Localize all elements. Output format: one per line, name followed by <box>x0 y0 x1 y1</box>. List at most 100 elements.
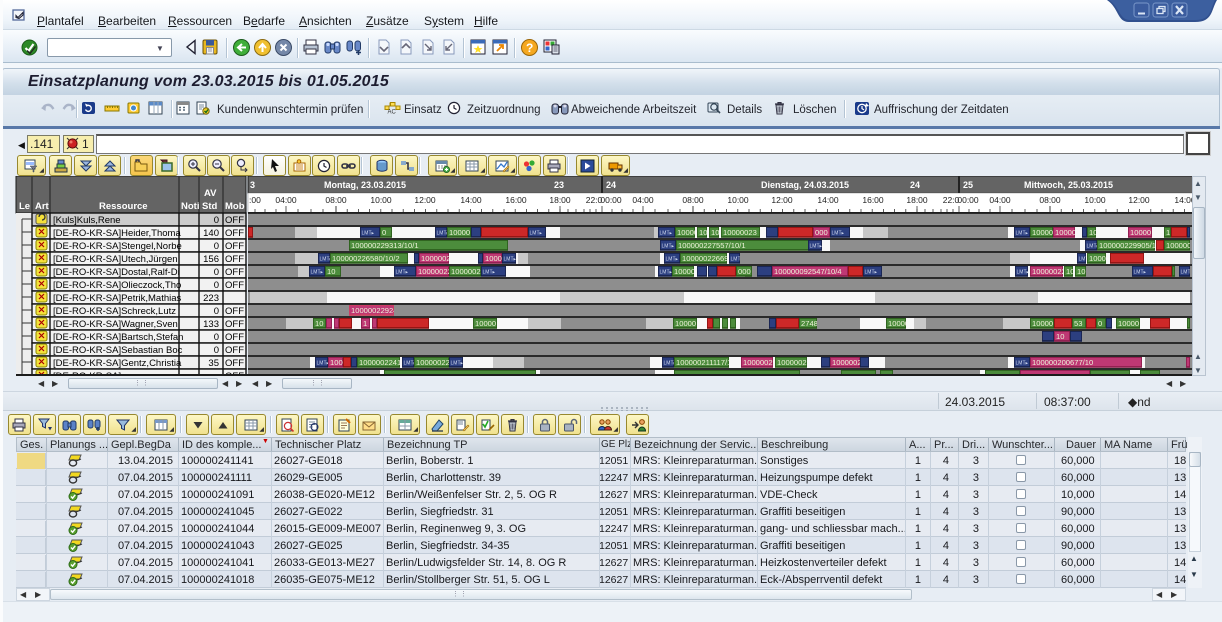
svg-text:10000022: 10000022 <box>451 267 485 276</box>
svg-text:Le: Le <box>19 201 30 212</box>
svg-text:1: 1 <box>363 319 367 328</box>
svg-text:10000: 10000 <box>888 319 909 328</box>
svg-text:100000227557/10/1: 100000227557/10/1 <box>678 241 746 250</box>
svg-text:2748: 2748 <box>801 319 818 328</box>
svg-text:LMT▸: LMT▸ <box>1016 231 1029 237</box>
svg-text:23: 23 <box>554 180 564 190</box>
svg-text:10000022924: 10000022924 <box>351 306 397 315</box>
svg-text:OFF: OFF <box>225 267 244 278</box>
svg-text:LMT▸: LMT▸ <box>483 270 496 276</box>
svg-text:12:00: 12:00 <box>414 195 436 205</box>
svg-text:Ressource: Ressource <box>99 201 148 212</box>
svg-text:223: 223 <box>203 293 219 304</box>
svg-text:LMT▸: LMT▸ <box>865 270 878 276</box>
svg-text:10000: 10000 <box>1032 228 1053 237</box>
svg-text:Art: Art <box>35 201 50 212</box>
svg-text:[DE-RO-KR-SA]Dostal,Ralf-Di: [DE-RO-KR-SA]Dostal,Ralf-Di <box>53 267 180 278</box>
svg-text:10000: 10000 <box>1130 228 1151 237</box>
svg-text:LMT▸: LMT▸ <box>1017 270 1030 276</box>
svg-text:OFF: OFF <box>225 254 244 265</box>
svg-text:24: 24 <box>910 180 920 190</box>
svg-text:10:00: 10:00 <box>1084 195 1106 205</box>
svg-text:0: 0 <box>382 228 386 237</box>
svg-text:[DE-RO-KR-SA]Wagner,Sven: [DE-RO-KR-SA]Wagner,Sven <box>53 319 178 330</box>
svg-text:10000022417: 10000022417 <box>359 358 405 367</box>
svg-text:0: 0 <box>214 306 219 317</box>
svg-text:18:00: 18:00 <box>906 195 928 205</box>
svg-text:10000022: 10000022 <box>777 358 811 367</box>
svg-text:133: 133 <box>203 319 219 330</box>
svg-text:Mob: Mob <box>225 201 245 212</box>
svg-text:LMT▸: LMT▸ <box>451 361 464 367</box>
svg-text:0: 0 <box>214 215 219 226</box>
svg-text:10000023: 10000023 <box>723 228 757 237</box>
svg-text:14:00: 14:00 <box>817 195 839 205</box>
svg-text:LMT▸: LMT▸ <box>660 270 673 276</box>
svg-text:OFF: OFF <box>225 332 244 343</box>
svg-text:08:00: 08:00 <box>682 195 704 205</box>
svg-text:18:00: 18:00 <box>549 195 571 205</box>
svg-text:10:00: 10:00 <box>370 195 392 205</box>
svg-text:0: 0 <box>1098 319 1102 328</box>
svg-text:25: 25 <box>963 180 973 190</box>
svg-text:24: 24 <box>606 180 616 190</box>
svg-text:[DE-RO-KR-SA]Heider,Thoma: [DE-RO-KR-SA]Heider,Thoma <box>53 228 181 239</box>
svg-text:100000226580/10/2: 100000226580/10/2 <box>332 254 400 263</box>
svg-text:3: 3 <box>250 180 255 190</box>
svg-text:10000022: 10000022 <box>1032 267 1066 276</box>
svg-text:OFF: OFF <box>225 228 244 239</box>
svg-text:OFF: OFF <box>225 215 244 226</box>
svg-text:16:00: 16:00 <box>862 195 884 205</box>
svg-text:LMT▸: LMT▸ <box>504 257 517 263</box>
svg-text:08:00: 08:00 <box>1039 195 1061 205</box>
svg-text:08:00: 08:00 <box>325 195 347 205</box>
svg-text:AC: AC <box>388 110 397 116</box>
svg-text:04:00: 04:00 <box>275 195 297 205</box>
svg-text:Dienstag, 24.03.2015: Dienstag, 24.03.2015 <box>761 180 849 190</box>
svg-text:10: 10 <box>1077 267 1085 276</box>
svg-text:53: 53 <box>1074 319 1082 328</box>
svg-text:OFF: OFF <box>225 319 244 330</box>
svg-text:[DE-RO-KR-SA]Sebastian Boc: [DE-RO-KR-SA]Sebastian Boc <box>53 345 183 356</box>
svg-text:OFF: OFF <box>225 241 244 252</box>
svg-text:000: 000 <box>815 228 828 237</box>
svg-text:Std: Std <box>202 201 218 212</box>
svg-text:100000092547/10/4: 100000092547/10/4 <box>774 267 842 276</box>
svg-text:12:00: 12:00 <box>1128 195 1150 205</box>
svg-text:LMT▸: LMT▸ <box>530 231 543 237</box>
svg-text:[Kuls]Kuls,Rene: [Kuls]Kuls,Rene <box>53 215 121 226</box>
svg-text:LMT▸: LMT▸ <box>1134 270 1147 276</box>
svg-text:10: 10 <box>711 228 719 237</box>
svg-text:?: ? <box>526 41 533 55</box>
svg-text:AV: AV <box>204 188 217 199</box>
svg-text:00:00: 00:00 <box>600 195 622 205</box>
svg-text:LMT▸: LMT▸ <box>317 361 330 367</box>
svg-text:140: 140 <box>203 228 219 239</box>
svg-text:10000: 10000 <box>449 228 470 237</box>
svg-text:10: 10 <box>327 267 335 276</box>
svg-text:LMT▸: LMT▸ <box>660 231 673 237</box>
svg-text:10000: 10000 <box>677 228 698 237</box>
svg-text:LMT▸: LMT▸ <box>1016 361 1029 367</box>
svg-text:10000: 10000 <box>1055 228 1076 237</box>
svg-text:0: 0 <box>214 241 219 252</box>
svg-text:156: 156 <box>203 254 219 265</box>
svg-text:35: 35 <box>208 358 219 369</box>
svg-text:000: 000 <box>738 267 751 276</box>
svg-text:Montag, 23.03.2015: Montag, 23.03.2015 <box>324 180 406 190</box>
svg-text:1: 1 <box>1166 228 1170 237</box>
svg-text:16:00: 16:00 <box>505 195 527 205</box>
svg-text:04:00: 04:00 <box>989 195 1011 205</box>
svg-text::00: :00 <box>249 195 261 205</box>
svg-text:04:00: 04:00 <box>632 195 654 205</box>
svg-text:LMT▸: LMT▸ <box>662 244 675 250</box>
svg-text:0: 0 <box>214 345 219 356</box>
svg-text:10000: 10000 <box>475 319 496 328</box>
svg-text:OFF: OFF <box>225 280 244 291</box>
svg-text:12:00: 12:00 <box>771 195 793 205</box>
svg-text:10:00: 10:00 <box>727 195 749 205</box>
svg-text:10: 10 <box>315 319 323 328</box>
svg-text:10000: 10000 <box>1118 319 1139 328</box>
svg-text:10: 10 <box>1056 332 1064 341</box>
svg-text:[DE-RO-KR-SA]Schreck,Lutz: [DE-RO-KR-SA]Schreck,Lutz <box>53 306 176 317</box>
